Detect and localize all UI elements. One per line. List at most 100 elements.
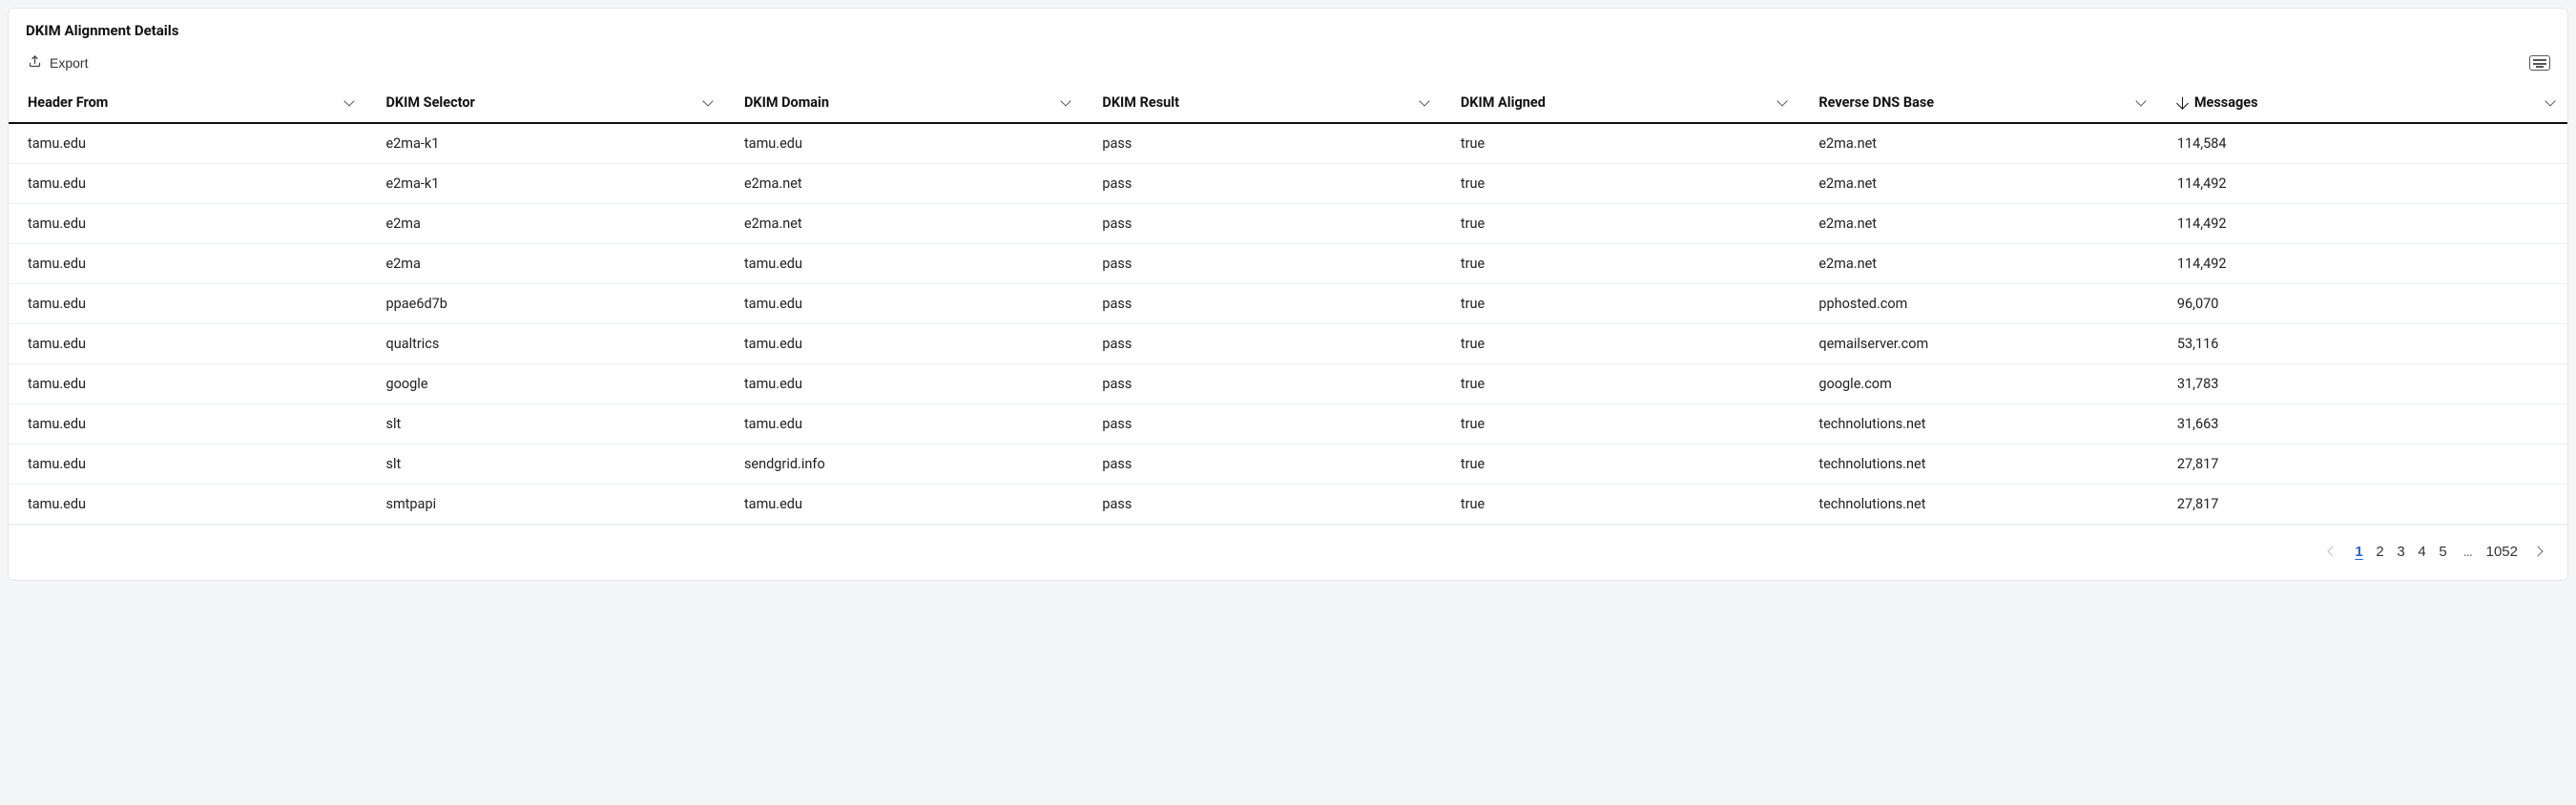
cell-dkim-selector: ppae6d7b (366, 284, 724, 324)
cell-header-from: tamu.edu (9, 164, 366, 204)
cell-dkim-aligned: true (1442, 404, 1799, 444)
column-header[interactable]: DKIM Aligned (1442, 85, 1799, 123)
cell-header-from: tamu.edu (9, 364, 366, 404)
column-header[interactable]: DKIM Selector (366, 85, 724, 123)
cell-reverse-dns-base: technolutions.net (1799, 485, 2157, 525)
table-row[interactable]: tamu.edue2matamu.edupasstruee2ma.net114,… (9, 244, 2567, 284)
column-label: DKIM Aligned (1461, 94, 1546, 111)
cell-dkim-selector: e2ma-k1 (366, 123, 724, 164)
table-row[interactable]: tamu.eduqualtricstamu.edupasstrueqemails… (9, 324, 2567, 364)
chevron-down-icon[interactable] (1778, 98, 1788, 108)
cell-dkim-domain: tamu.edu (725, 284, 1083, 324)
cell-dkim-aligned: true (1442, 284, 1799, 324)
table-header: Header FromDKIM SelectorDKIM Domain DKIM … (9, 85, 2567, 123)
cell-dkim-domain: sendgrid.info (725, 444, 1083, 485)
cell-dkim-domain: tamu.edu (725, 404, 1083, 444)
cell-dkim-aligned: true (1442, 204, 1799, 244)
cell-header-from: tamu.edu (9, 404, 366, 444)
column-header[interactable]: DKIM Domain (725, 85, 1083, 123)
table-row[interactable]: tamu.edusmtpapitamu.edupasstruetechnolut… (9, 485, 2567, 525)
table-row[interactable]: tamu.edusltsendgrid.infopasstruetechnolu… (9, 444, 2567, 485)
cell-reverse-dns-base: google.com (1799, 364, 2157, 404)
pager-page-button[interactable]: 4 (2412, 538, 2433, 565)
pager-page-button[interactable]: 5 (2433, 538, 2454, 565)
chevron-down-icon[interactable] (704, 98, 714, 108)
cell-dkim-aligned: true (1442, 123, 1799, 164)
cell-header-from: tamu.edu (9, 444, 366, 485)
cell-messages: 114,492 (2158, 164, 2567, 204)
table-row[interactable]: tamu.eduslttamu.edupasstruetechnolutions… (9, 404, 2567, 444)
pager-ellipsis: … (2460, 543, 2477, 560)
cell-dkim-domain: tamu.edu (725, 485, 1083, 525)
chevron-down-icon[interactable] (2137, 98, 2147, 108)
cell-dkim-selector: slt (366, 404, 724, 444)
column-header[interactable]: Reverse DNS Base (1799, 85, 2157, 123)
cell-dkim-domain: e2ma.net (725, 204, 1083, 244)
cell-dkim-selector: smtpapi (366, 485, 724, 525)
sort-desc-icon (2177, 97, 2189, 109)
table-row[interactable]: tamu.edue2ma-k1tamu.edupasstruee2ma.net1… (9, 123, 2567, 164)
chevron-down-icon[interactable] (2546, 98, 2556, 108)
cell-dkim-aligned: true (1442, 364, 1799, 404)
chevron-left-icon (2327, 546, 2337, 556)
cell-dkim-selector: slt (366, 444, 724, 485)
cell-header-from: tamu.edu (9, 204, 366, 244)
cell-reverse-dns-base: qemailserver.com (1799, 324, 2157, 364)
table-row[interactable]: tamu.edue2mae2ma.netpasstruee2ma.net114,… (9, 204, 2567, 244)
table-body: tamu.edue2ma-k1tamu.edupasstruee2ma.net1… (9, 123, 2567, 524)
pager-page-button[interactable]: 2 (2370, 538, 2391, 565)
cell-dkim-selector: e2ma (366, 244, 724, 284)
cell-reverse-dns-base: e2ma.net (1799, 244, 2157, 284)
cell-dkim-selector: qualtrics (366, 324, 724, 364)
cell-dkim-selector: e2ma (366, 204, 724, 244)
cell-dkim-aligned: true (1442, 444, 1799, 485)
pager-prev-button[interactable] (2322, 538, 2343, 565)
cell-reverse-dns-base: e2ma.net (1799, 164, 2157, 204)
table-row[interactable]: tamu.edue2ma-k1e2ma.netpasstruee2ma.net1… (9, 164, 2567, 204)
table-row[interactable]: tamu.eduppae6d7btamu.edupasstruepphosted… (9, 284, 2567, 324)
pager-page-button[interactable]: 3 (2391, 538, 2412, 565)
cell-dkim-domain: tamu.edu (725, 244, 1083, 284)
export-icon (28, 54, 42, 72)
cell-dkim-result: pass (1083, 244, 1441, 284)
column-header[interactable]: Header From (9, 85, 366, 123)
table-footer: 12345 … 1052 (9, 524, 2567, 580)
export-button[interactable]: Export (26, 51, 90, 75)
column-label: DKIM Result (1102, 94, 1179, 111)
cell-reverse-dns-base: technolutions.net (1799, 404, 2157, 444)
pager-next-button[interactable] (2527, 538, 2548, 565)
cell-dkim-domain: tamu.edu (725, 364, 1083, 404)
cell-dkim-selector: e2ma-k1 (366, 164, 724, 204)
cell-dkim-aligned: true (1442, 485, 1799, 525)
cell-messages: 31,663 (2158, 404, 2567, 444)
column-label: Messages (2194, 94, 2258, 111)
cell-header-from: tamu.edu (9, 485, 366, 525)
cell-dkim-result: pass (1083, 123, 1441, 164)
chevron-down-icon[interactable] (1062, 98, 1071, 108)
cell-messages: 96,070 (2158, 284, 2567, 324)
cell-reverse-dns-base: pphosted.com (1799, 284, 2157, 324)
cell-reverse-dns-base: e2ma.net (1799, 123, 2157, 164)
export-label: Export (50, 55, 88, 71)
cell-dkim-result: pass (1083, 485, 1441, 525)
cell-reverse-dns-base: technolutions.net (1799, 444, 2157, 485)
keyboard-shortcuts-icon[interactable] (2529, 55, 2550, 71)
column-header[interactable]: Messages (2158, 85, 2567, 123)
pager-page-button[interactable]: 1 (2349, 538, 2370, 565)
cell-dkim-result: pass (1083, 364, 1441, 404)
cell-dkim-domain: tamu.edu (725, 123, 1083, 164)
column-header[interactable]: DKIM Result (1083, 85, 1441, 123)
cell-messages: 27,817 (2158, 485, 2567, 525)
cell-dkim-domain: e2ma.net (725, 164, 1083, 204)
pager-last-page-button[interactable]: 1052 (2483, 538, 2522, 565)
chevron-down-icon[interactable] (345, 98, 355, 108)
chevron-down-icon[interactable] (1421, 98, 1430, 108)
cell-messages: 114,492 (2158, 204, 2567, 244)
cell-messages: 31,783 (2158, 364, 2567, 404)
table-row[interactable]: tamu.edugoogletamu.edupasstruegoogle.com… (9, 364, 2567, 404)
cell-reverse-dns-base: e2ma.net (1799, 204, 2157, 244)
cell-header-from: tamu.edu (9, 123, 366, 164)
cell-dkim-aligned: true (1442, 244, 1799, 284)
cell-messages: 53,116 (2158, 324, 2567, 364)
chevron-right-icon (2532, 546, 2543, 556)
